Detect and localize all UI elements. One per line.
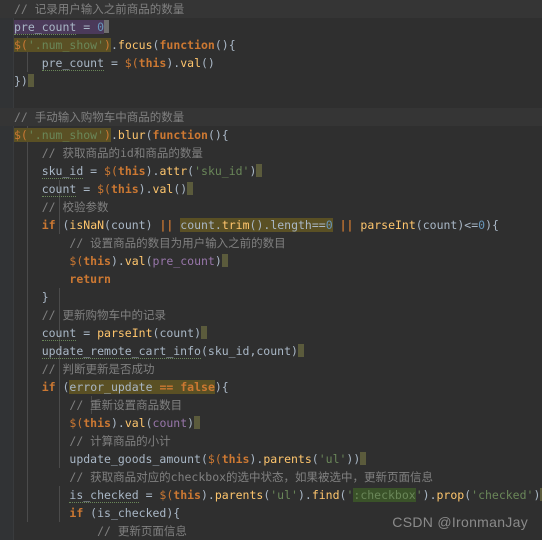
code-line-blank[interactable] xyxy=(0,90,542,108)
watermark: CSDN @IronmanJay xyxy=(392,514,528,530)
code-line[interactable]: update_goods_amount($(this).parents('ul'… xyxy=(0,450,542,468)
code-line[interactable]: count = parseInt(count) xyxy=(0,324,542,342)
code-line[interactable]: if (isNaN(count) || count.trim().length=… xyxy=(0,216,542,234)
code-line[interactable]: pre_count = 0 xyxy=(0,18,542,36)
code-line[interactable]: // 判断更新是否成功 xyxy=(0,360,542,378)
code-line[interactable]: $(this).val(count) xyxy=(0,414,542,432)
code-line[interactable]: is_checked = $(this).parents('ul').find(… xyxy=(0,486,542,504)
code-line[interactable]: // 重新设置商品数目 xyxy=(0,396,542,414)
code-line[interactable]: count = $(this).val() xyxy=(0,180,542,198)
code-line[interactable]: // 记录用户输入之前商品的数量 xyxy=(0,0,542,18)
code-line[interactable]: return xyxy=(0,270,542,288)
code-line[interactable]: sku_id = $(this).attr('sku_id') xyxy=(0,162,542,180)
code-line[interactable]: }) xyxy=(0,72,542,90)
code-line[interactable]: update_remote_cart_info(sku_id,count) xyxy=(0,342,542,360)
code-line[interactable]: pre_count = $(this).val() xyxy=(0,54,542,72)
code-line[interactable]: if (error_update == false){ xyxy=(0,378,542,396)
code-line[interactable]: $('.num_show').blur(function(){ xyxy=(0,126,542,144)
code-line[interactable]: // 获取商品对应的checkbox的选中状态，如果被选中，更新页面信息 xyxy=(0,468,542,486)
code-line[interactable]: $('.num_show').focus(function(){ xyxy=(0,36,542,54)
code-line[interactable]: // 手动输入购物车中商品的数量 xyxy=(0,108,542,126)
code-editor[interactable]: // 记录用户输入之前商品的数量 pre_count = 0 $('.num_s… xyxy=(0,0,542,540)
code-lines[interactable]: // 记录用户输入之前商品的数量 pre_count = 0 $('.num_s… xyxy=(0,0,542,540)
code-line[interactable]: // 计算商品的小计 xyxy=(0,432,542,450)
code-line[interactable]: // 获取商品的id和商品的数量 xyxy=(0,144,542,162)
code-line[interactable]: // 校验参数 xyxy=(0,198,542,216)
code-line[interactable]: // 设置商品的数目为用户输入之前的数目 xyxy=(0,234,542,252)
code-line[interactable]: } xyxy=(0,288,542,306)
code-line[interactable]: $(this).val(pre_count) xyxy=(0,252,542,270)
code-line[interactable]: // 更新购物车中的记录 xyxy=(0,306,542,324)
